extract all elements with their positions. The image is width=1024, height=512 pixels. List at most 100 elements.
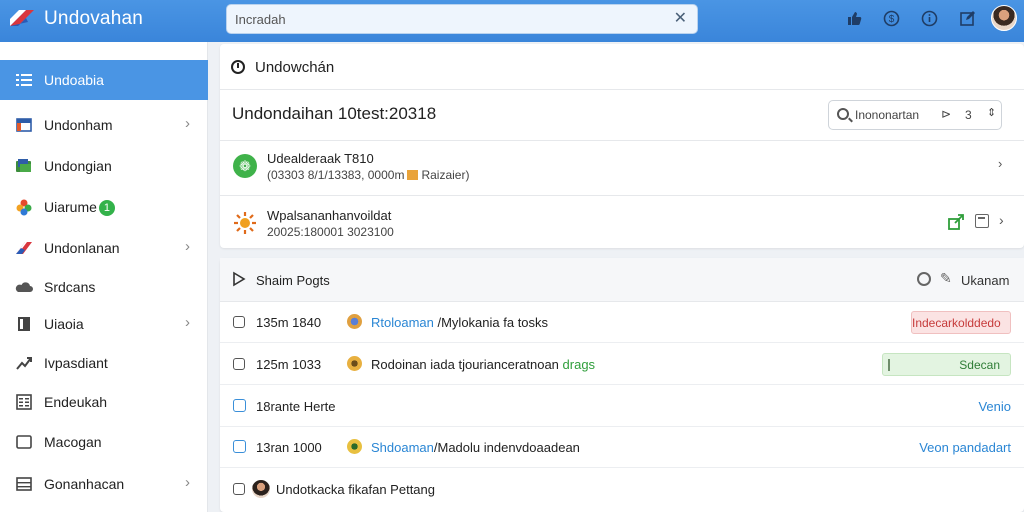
divider (220, 140, 1024, 141)
sidebar-item-label: Undonham (44, 117, 113, 133)
checkbox[interactable] (233, 399, 246, 412)
chevron-right-icon[interactable]: › (999, 212, 1004, 228)
filter-placeholder: Inononartan (855, 108, 920, 122)
search-box[interactable]: ✕ (226, 4, 698, 34)
divider (220, 195, 1024, 196)
sidebar-item-uiaoia[interactable]: Uiaoia › (0, 304, 208, 344)
sun-icon (234, 212, 256, 234)
edit-icon[interactable] (956, 8, 978, 28)
filter-icon[interactable]: ⊳ (941, 107, 951, 121)
sidebar-item-label: Ivpasdiant (44, 355, 108, 371)
sidebar-item-srdcans[interactable]: Srdcans (0, 267, 208, 307)
table-row[interactable]: 18rante Herte Venio (220, 386, 1024, 427)
sidebar-item-endeukah[interactable]: Endeukah (0, 382, 208, 422)
refresh-icon[interactable] (917, 272, 931, 286)
tablet-icon (16, 435, 32, 449)
table-row[interactable]: 125m 1033 Rodoinan iada tjourianceratnoa… (220, 344, 1024, 385)
sidebar-item-label: Srdcans (44, 279, 96, 295)
dollar-icon[interactable]: $ (880, 8, 902, 28)
calendar-icon[interactable] (975, 214, 989, 228)
sidebar-item-label: Undongian (44, 158, 112, 174)
sidebar-item-gonanhacan[interactable]: Gonanhacan › (0, 464, 208, 504)
status-badge: Indecarkolddedo (911, 311, 1011, 334)
book-icon (16, 394, 32, 410)
sidebar-item-undoabia[interactable]: Undoabia (0, 60, 208, 100)
row-time: 18rante Herte (256, 399, 336, 414)
page-title: Undondaihan 10test:20318 (232, 104, 437, 123)
log-card: Shaim Pogts ✎ Ukanam 135m 1840 Rtoloaman… (220, 258, 1024, 512)
app-badge-icon (347, 439, 362, 454)
search-input[interactable] (235, 10, 655, 28)
card-header-title: Undowchán (255, 59, 335, 76)
sidebar-item-label: Undonlanan (44, 240, 120, 256)
sidebar-item-label: Uiarume 1 (44, 199, 115, 216)
table-row[interactable]: 135m 1840 Rtoloaman /Mylokania fa tosks … (220, 302, 1024, 343)
export-icon[interactable] (947, 213, 965, 231)
checkbox[interactable] (233, 316, 245, 328)
card-header: Shaim Pogts ✎ Ukanam (220, 258, 1024, 302)
leaf-icon: ❁ (233, 154, 257, 178)
sidebar-item-macogan[interactable]: Macogan (0, 422, 208, 462)
card-header: Undowchán (220, 44, 1024, 90)
cloud-icon (15, 282, 33, 292)
chevron-right-icon: › (185, 115, 190, 132)
top-bar: Undovahan ✕ $ (0, 0, 1024, 42)
sidebar-item-undonlanan[interactable]: Undonlanan › (0, 228, 208, 268)
sidebar-item-ivpasdiant[interactable]: Ivpasdiant (0, 343, 208, 383)
sidebar-item-label: Undoabia (44, 72, 104, 88)
info-icon[interactable] (918, 8, 940, 28)
row-message: Rodoinan iada tjourianceratnoan drags (371, 357, 596, 372)
chevron-right-icon: › (185, 314, 190, 331)
chevron-right-icon: › (185, 238, 190, 255)
row-link[interactable]: Shdoaman (371, 440, 434, 455)
folder-icon (16, 159, 31, 172)
sort-updown-icon[interactable]: ⇕ (987, 106, 996, 119)
sidebar-item-undonham[interactable]: Undonham › (0, 105, 208, 145)
filter-count: 3 (965, 108, 972, 122)
play-icon[interactable] (232, 271, 246, 287)
table-row[interactable]: 13ran 1000 Shdoaman/Madolu indenvdoaadea… (220, 427, 1024, 468)
flag-icon (16, 242, 32, 254)
tag-icon (407, 170, 419, 180)
checkbox[interactable] (233, 358, 245, 370)
app-title: Undovahan (44, 8, 143, 29)
list-icon (16, 74, 32, 86)
close-icon[interactable]: ✕ (674, 10, 687, 28)
sidebar-item-undongian[interactable]: Undongian (0, 146, 208, 186)
card-header-title: Shaim Pogts (256, 273, 330, 288)
row-message: Shdoaman/Madolu indenvdoaadean (371, 440, 580, 455)
sidebar-item-uiarume[interactable]: Uiarume 1 (0, 187, 208, 227)
sidebar: Undoabia Undonham › Undongian Uiarume 1 U… (0, 42, 208, 512)
filter-box[interactable]: Inononartan ⊳ 3 ⇕ (828, 100, 1002, 130)
user-avatar[interactable] (991, 5, 1017, 31)
chart-icon (16, 357, 32, 370)
header-action-label[interactable]: Ukanam (961, 273, 1009, 288)
chevron-right-icon: › (185, 474, 190, 491)
checkbox[interactable] (233, 440, 246, 453)
chevron-right-icon[interactable]: › (998, 156, 1002, 171)
sidebar-item-label: Uiaoia (44, 316, 84, 332)
row-link[interactable]: Venio (978, 399, 1011, 414)
row-time: 125m 1033 (256, 357, 322, 372)
checkbox[interactable] (233, 483, 245, 495)
overview-card: Undowchán Undondaihan 10test:20318 Inono… (220, 44, 1024, 248)
row-message: Rtoloaman /Mylokania fa tosks (371, 315, 549, 330)
sidebar-item-label: Macogan (44, 434, 102, 450)
pencil-icon[interactable]: ✎ (940, 270, 952, 287)
app-badge-icon (347, 314, 362, 329)
row-link[interactable]: Rtoloaman (371, 315, 434, 330)
table-row[interactable]: Undotkacka fikafan Pettang (220, 469, 1024, 510)
list-item-title: Wpalsananhanvoildat (267, 208, 392, 223)
avatar (252, 480, 270, 498)
list-item-subtitle: (03303 8/1/13383, 0000m Raizaier) (267, 168, 470, 182)
svg-text:$: $ (888, 14, 894, 25)
thumbs-up-icon[interactable] (843, 8, 865, 28)
search-icon (837, 108, 849, 120)
table-icon (16, 477, 32, 491)
list-item-title: Udealderaak T810 (267, 151, 374, 166)
status-badge: Sdecan (882, 353, 1011, 376)
row-link[interactable]: Veon pandadart (919, 440, 1011, 455)
row-time: 135m 1840 (256, 315, 322, 330)
window-icon (16, 118, 32, 132)
clock-icon (231, 60, 245, 74)
